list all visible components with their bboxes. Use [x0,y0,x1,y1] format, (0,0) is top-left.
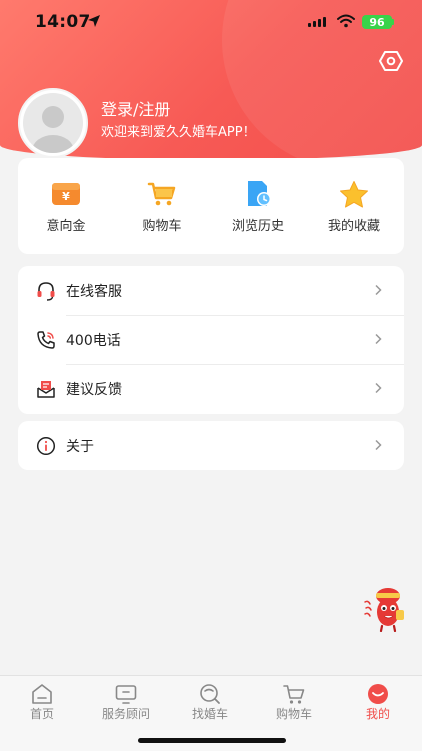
tab-cart[interactable]: 购物车 [252,681,336,725]
service-menu-card: 在线客服 400电话 建议反馈 [18,266,404,414]
quick-action-label: 浏览历史 [231,219,284,234]
deposit-icon: ¥ [52,183,80,205]
menu-item-label: 建议反馈 [66,382,122,398]
menu-item-about[interactable]: 关于 [18,421,404,470]
quick-action-history[interactable]: 浏览历史 [210,158,306,254]
settings-icon[interactable] [379,50,403,72]
quick-action-favorites[interactable]: 我的收藏 [306,158,402,254]
advisor-icon [115,685,137,704]
login-register-link[interactable]: 登录/注册 [101,96,170,120]
tab-mine[interactable]: 我的 [336,681,420,725]
menu-item-label: 关于 [66,439,94,455]
quick-actions-card: ¥ 意向金 购物车 浏览历史 我的收藏 [18,158,404,254]
tab-label: 找婚车 [191,707,228,721]
phone-icon [37,331,55,349]
svg-text:¥: ¥ [62,190,70,203]
star-icon [340,181,368,208]
battery-indicator: 96 [362,15,392,29]
menu-item-label: 在线客服 [66,284,122,300]
chevron-right-icon [375,439,382,451]
tab-label: 购物车 [275,707,312,721]
chevron-right-icon [375,382,382,394]
battery-tip [392,19,394,25]
welcome-text: 欢迎来到爱久久婚车APP！ [101,125,256,140]
profile-tab-icon [368,684,388,704]
tab-label: 服务顾问 [101,707,150,721]
tab-label: 我的 [365,707,390,721]
home-icon [32,684,52,704]
tab-advisor[interactable]: 服务顾问 [84,681,168,725]
quick-action-cart[interactable]: 购物车 [114,158,210,254]
mascot-floating-button[interactable] [362,586,406,632]
quick-action-deposit[interactable]: ¥ 意向金 [18,158,114,254]
home-indicator [138,738,286,743]
cart-tab-icon [283,685,305,704]
info-icon [36,436,56,456]
quick-action-label: 我的收藏 [327,219,380,234]
menu-item-hotline[interactable]: 400电话 [18,315,404,364]
quick-action-label: 购物车 [142,219,182,234]
menu-item-feedback[interactable]: 建议反馈 [18,364,404,413]
chevron-right-icon [375,333,382,345]
wifi-icon [337,14,355,28]
shopping-cart-icon [147,182,176,206]
history-icon [248,181,271,206]
quick-action-label: 意向金 [46,219,86,234]
tab-find-car[interactable]: 找婚车 [168,681,252,725]
location-arrow-icon [88,15,100,27]
status-time: 14:07 [35,12,91,32]
signal-icon [308,17,326,27]
default-avatar-icon [23,93,83,153]
search-car-icon [200,684,220,704]
tab-label: 首页 [29,707,54,721]
menu-item-online-service[interactable]: 在线客服 [18,266,404,315]
battery-level: 96 [369,15,385,29]
tab-home[interactable]: 首页 [0,681,84,725]
chevron-right-icon [375,284,382,296]
headset-icon [37,282,55,301]
about-card: 关于 [18,421,404,470]
feedback-icon [37,381,55,398]
menu-item-label: 400电话 [66,333,121,349]
avatar[interactable] [18,88,88,158]
status-bar: 14:07 96 [0,0,422,44]
